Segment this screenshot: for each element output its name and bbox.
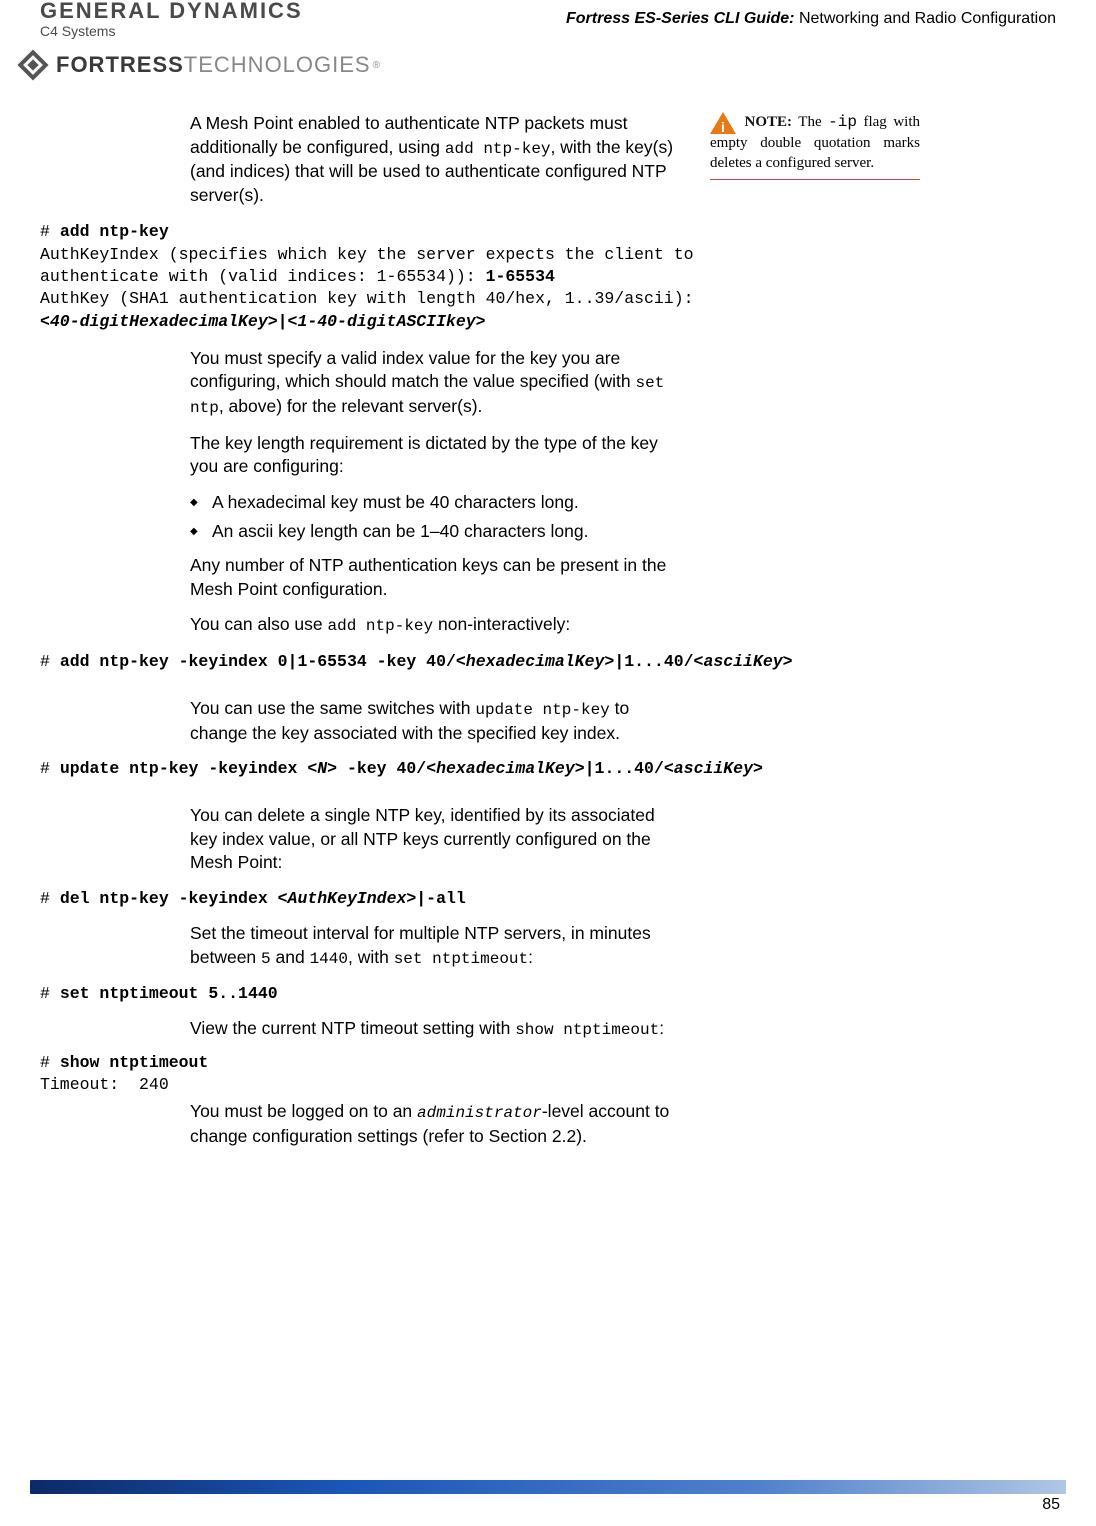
- note-callout: i NOTE: The -ip flag with empty double q…: [710, 112, 920, 180]
- fortress-logo: FORTRESSTECHNOLOGIES®: [16, 48, 1096, 82]
- fortress-text-sub: TECHNOLOGIES: [184, 52, 371, 78]
- fortress-registered-icon: ®: [373, 60, 380, 71]
- code-line-del-ntp-key: # del ntp-key -keyindex <AuthKeyIndex>|-…: [40, 889, 1056, 908]
- code-block-show-ntptimeout: # show ntptimeout Timeout: 240: [40, 1052, 800, 1097]
- inline-code: add ntp-key: [328, 617, 434, 635]
- fortress-text-main: FORTRESS: [56, 52, 184, 78]
- note-text-1: The: [792, 114, 828, 130]
- inline-code: set ntptimeout: [394, 950, 528, 968]
- paragraph-8: Set the timeout interval for multiple NT…: [190, 922, 680, 970]
- paragraph-10: You must be logged on to an administrato…: [190, 1100, 680, 1148]
- paragraph-3: The key length requirement is dictated b…: [190, 432, 680, 479]
- header-title-bold: Fortress ES-Series CLI Guide:: [566, 10, 795, 27]
- code-line-set-ntptimeout: # set ntptimeout 5..1440: [40, 984, 1056, 1003]
- code-block-add-ntp-key-interactive: # add ntp-key AuthKeyIndex (specifies wh…: [40, 221, 800, 332]
- note-code: -ip: [828, 113, 857, 131]
- paragraph-6: You can use the same switches with updat…: [190, 697, 680, 745]
- gd-logo-subtext: C4 Systems: [40, 24, 303, 38]
- note-triangle-icon: i: [710, 112, 736, 134]
- code-line-update-ntp-key: # update ntp-key -keyindex <N> -key 40/<…: [40, 759, 1056, 778]
- header-title-plain: Networking and Radio Configuration: [795, 10, 1056, 27]
- inline-code-italic: administrator: [417, 1104, 542, 1122]
- footer-gradient-bar: [30, 1480, 1066, 1494]
- list-item: A hexadecimal key must be 40 characters …: [212, 491, 680, 515]
- paragraph-2: You must specify a valid index value for…: [190, 347, 680, 420]
- bullet-list: A hexadecimal key must be 40 characters …: [190, 491, 680, 544]
- inline-code: add ntp-key: [445, 140, 551, 158]
- inline-code: update ntp-key: [475, 701, 609, 719]
- page-number: 85: [30, 1496, 1066, 1514]
- note-label: NOTE:: [745, 114, 793, 130]
- paragraph-1: A Mesh Point enabled to authenticate NTP…: [190, 112, 680, 207]
- paragraph-7: You can delete a single NTP key, identif…: [190, 804, 680, 875]
- general-dynamics-logo: GENERAL DYNAMICS C4 Systems: [40, 0, 303, 38]
- paragraph-5: You can also use add ntp-key non-interac…: [190, 613, 680, 638]
- fortress-diamond-icon: [16, 48, 50, 82]
- gd-logo-text: GENERAL DYNAMICS: [40, 0, 303, 22]
- page-footer: 85: [0, 1480, 1096, 1514]
- list-item: An ascii key length can be 1–40 characte…: [212, 520, 680, 544]
- code-line-add-ntp-key-noninteractive: # add ntp-key -keyindex 0|1-65534 -key 4…: [40, 652, 1056, 671]
- inline-code: show ntptimeout: [515, 1021, 659, 1039]
- header-title: Fortress ES-Series CLI Guide: Networking…: [566, 0, 1056, 28]
- paragraph-4: Any number of NTP authentication keys ca…: [190, 554, 680, 601]
- paragraph-9: View the current NTP timeout setting wit…: [190, 1017, 680, 1042]
